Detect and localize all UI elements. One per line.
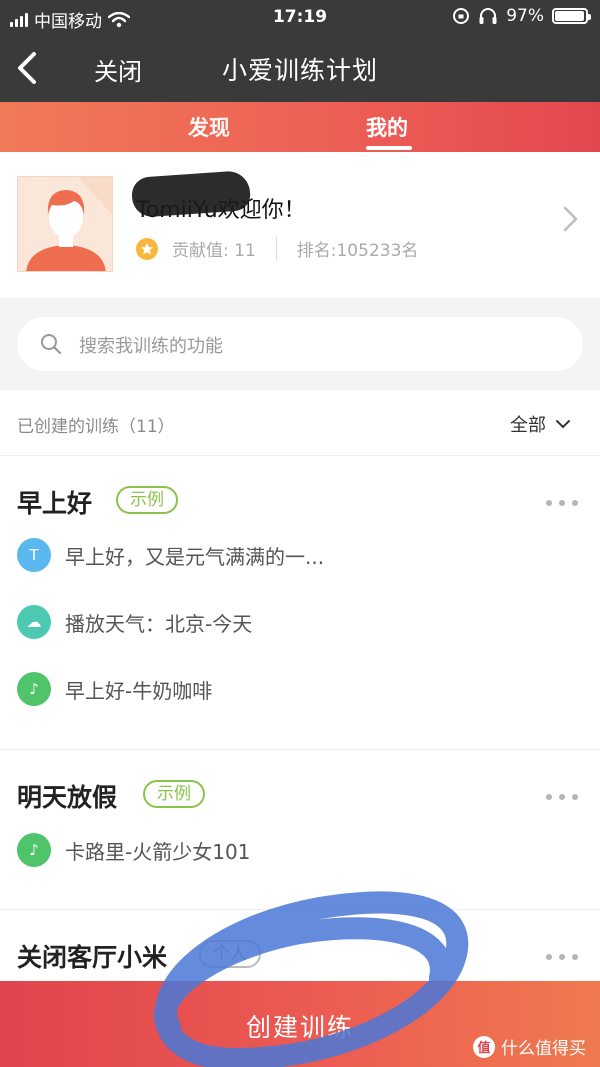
watermark: 值 什么值得买 — [473, 1034, 586, 1059]
profile-stats: 贡献值: 11 排名:105233名 — [136, 236, 418, 261]
action-text: 早上好，又是元气满满的一... — [65, 544, 325, 569]
action-text: 早上好-牛奶咖啡 — [65, 678, 213, 703]
divider — [275, 236, 277, 261]
action-text: 播放天气：北京-今天 — [65, 611, 253, 636]
search-icon — [41, 334, 62, 355]
nav-bar: 关闭 小爱训练计划 — [0, 34, 600, 102]
tab-discover[interactable]: 发现 — [188, 112, 230, 142]
filter-dropdown[interactable]: 全部 — [510, 411, 570, 437]
tab-mine[interactable]: 我的 — [366, 112, 408, 142]
more-options-icon[interactable] — [546, 794, 578, 800]
profile-card[interactable]: TomiiYu欢迎你！ 贡献值: 11 排名:105233名 — [0, 152, 600, 298]
chevron-right-icon — [563, 206, 578, 232]
filter-label: 全部 — [510, 415, 546, 436]
action-item: ☁ 播放天气：北京-今天 — [17, 605, 252, 639]
training-count: 已创建的训练（11） — [17, 417, 175, 437]
action-item: ♪ 早上好-牛奶咖啡 — [17, 672, 212, 706]
list-header: 已创建的训练（11） 全部 — [0, 390, 600, 456]
music-icon: ♪ — [17, 672, 51, 706]
active-tab-indicator — [366, 146, 412, 150]
card-title: 关闭客厅小米 — [17, 943, 168, 972]
status-right: 97% — [452, 6, 591, 26]
action-item: ♪ 卡路里-火箭少女101 — [17, 833, 250, 867]
training-card-xiaomi[interactable]: 关闭客厅小米 个人 — [0, 910, 600, 990]
rank-value: 排名:105233名 — [296, 241, 419, 261]
text-icon: T — [17, 538, 51, 572]
example-tag: 示例 — [143, 780, 205, 808]
page-title: 小爱训练计划 — [221, 56, 378, 85]
status-bar: 中国移动 17:19 97% — [0, 0, 600, 34]
battery-icon — [552, 8, 591, 24]
example-tag: 示例 — [116, 486, 178, 514]
search-area: 搜索我训练的功能 — [0, 298, 600, 390]
watermark-badge: 值 — [473, 1035, 495, 1058]
redaction-scribble — [130, 169, 252, 219]
battery-percent: 97% — [506, 6, 544, 26]
watermark-text: 什么值得买 — [501, 1039, 586, 1059]
training-card-morning[interactable]: 早上好 示例 T 早上好，又是元气满满的一... ☁ 播放天气：北京-今天 ♪ … — [0, 456, 600, 750]
music-icon: ♪ — [17, 833, 51, 867]
training-card-holiday[interactable]: 明天放假 示例 ♪ 卡路里-火箭少女101 — [0, 750, 600, 910]
card-title: 明天放假 — [17, 783, 118, 812]
more-options-icon[interactable] — [546, 500, 578, 506]
star-icon — [136, 237, 158, 260]
personal-tag: 个人 — [199, 940, 261, 968]
chevron-down-icon — [556, 420, 570, 429]
avatar[interactable] — [17, 176, 113, 272]
headphones-icon — [479, 8, 497, 24]
action-text: 卡路里-火箭少女101 — [65, 839, 251, 864]
tab-bar: 发现 我的 — [0, 102, 600, 152]
rotation-lock-icon — [453, 8, 470, 24]
search-placeholder: 搜索我训练的功能 — [79, 336, 223, 357]
more-options-icon[interactable] — [546, 954, 578, 960]
contribution-value: 贡献值: 11 — [172, 241, 256, 261]
action-item: T 早上好，又是元气满满的一... — [17, 538, 324, 572]
user-avatar-icon — [26, 177, 112, 271]
search-input[interactable]: 搜索我训练的功能 — [17, 317, 583, 371]
cloud-icon: ☁ — [17, 605, 51, 639]
card-title: 早上好 — [17, 489, 93, 518]
